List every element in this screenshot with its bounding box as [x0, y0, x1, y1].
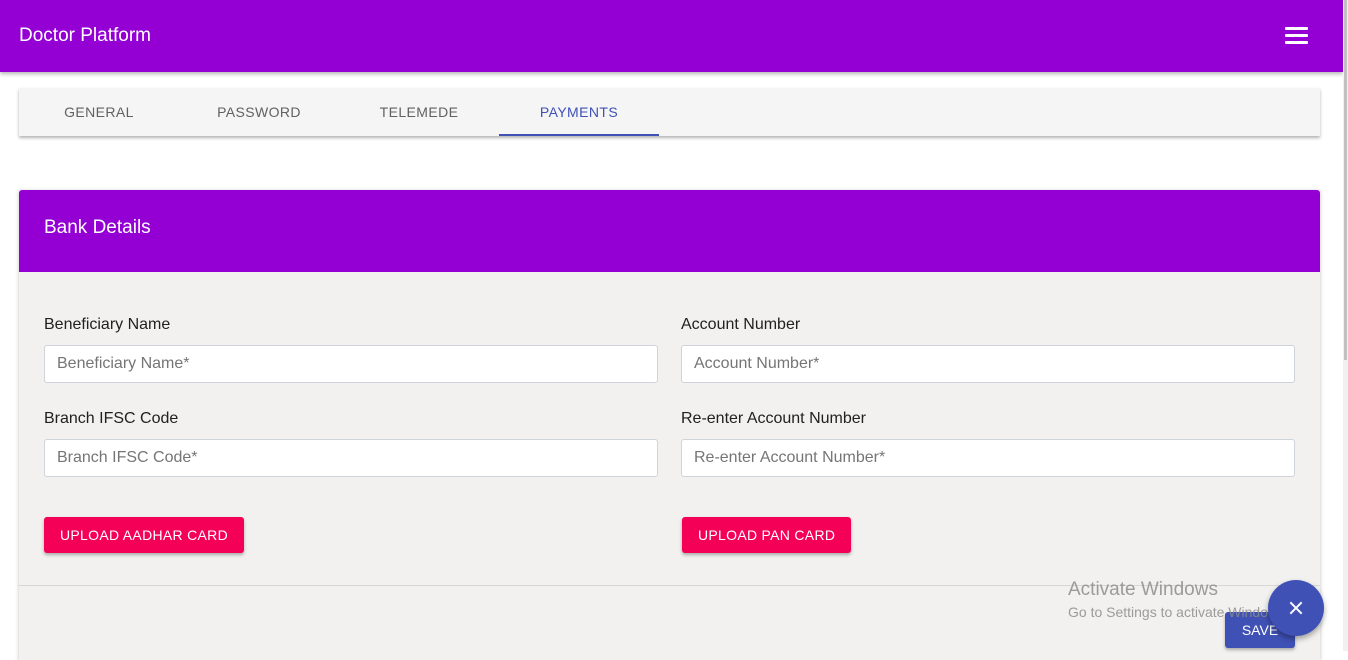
- branch-ifsc-label: Branch IFSC Code: [44, 410, 179, 427]
- activate-windows-subtitle: Go to Settings to activate Windows.: [1068, 604, 1289, 620]
- account-number-input[interactable]: [681, 345, 1295, 383]
- app-title: Doctor Platform: [19, 25, 151, 46]
- reenter-account-input[interactable]: [681, 439, 1295, 477]
- beneficiary-name-label: Beneficiary Name: [44, 316, 171, 333]
- tab-telemede[interactable]: TELEMEDE: [339, 88, 499, 136]
- tab-payments[interactable]: PAYMENTS: [499, 88, 659, 136]
- card-header: Bank Details: [19, 190, 1320, 272]
- activate-windows-title: Activate Windows: [1068, 579, 1218, 600]
- upload-aadhar-button[interactable]: UPLOAD AADHAR CARD: [44, 517, 244, 553]
- tab-password[interactable]: PASSWORD: [179, 88, 339, 136]
- upload-pan-button[interactable]: UPLOAD PAN CARD: [682, 517, 852, 553]
- branch-ifsc-input[interactable]: [44, 439, 658, 477]
- beneficiary-name-input[interactable]: [44, 345, 658, 383]
- card-title: Bank Details: [44, 217, 151, 238]
- account-number-label: Account Number: [681, 316, 801, 333]
- tab-general[interactable]: GENERAL: [19, 88, 179, 136]
- reenter-account-label: Re-enter Account Number: [681, 410, 866, 427]
- settings-tabs: GENERAL PASSWORD TELEMEDE PAYMENTS: [19, 88, 1320, 136]
- hamburger-menu-icon[interactable]: [1285, 27, 1309, 45]
- scrollbar-thumb[interactable]: [1344, 0, 1347, 360]
- close-fab-button[interactable]: [1268, 580, 1324, 636]
- top-app-bar: Doctor Platform: [0, 0, 1343, 72]
